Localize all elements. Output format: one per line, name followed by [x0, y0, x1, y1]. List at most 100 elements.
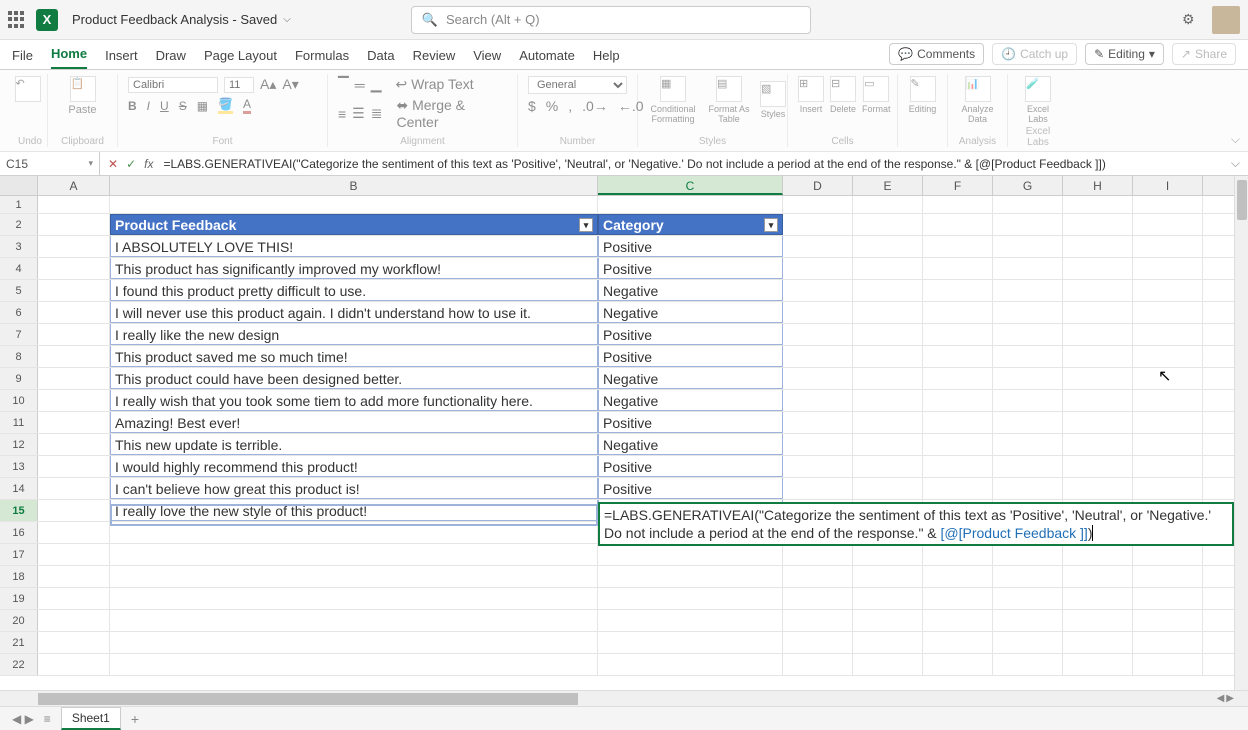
- cell[interactable]: [38, 610, 110, 631]
- filter-icon[interactable]: ▾: [579, 218, 593, 232]
- row-header[interactable]: 14: [0, 478, 38, 499]
- column-header-E[interactable]: E: [853, 176, 923, 195]
- cell[interactable]: [993, 566, 1063, 587]
- cell[interactable]: [1133, 610, 1203, 631]
- cell[interactable]: [783, 566, 853, 587]
- underline-button[interactable]: U: [160, 99, 169, 113]
- format-as-table-button[interactable]: ▤Format As Table: [704, 76, 754, 124]
- tab-formulas[interactable]: Formulas: [295, 48, 349, 69]
- cell[interactable]: [1063, 456, 1133, 477]
- font-color-button[interactable]: A: [243, 97, 251, 114]
- cell[interactable]: [110, 566, 598, 587]
- column-header-C[interactable]: C: [598, 176, 783, 195]
- cell[interactable]: [1063, 236, 1133, 257]
- cell[interactable]: [923, 236, 993, 257]
- cell[interactable]: [783, 478, 853, 499]
- sheet-tab[interactable]: Sheet1: [61, 707, 121, 730]
- row-header[interactable]: 20: [0, 610, 38, 631]
- cell[interactable]: [1133, 346, 1203, 367]
- cell[interactable]: [38, 544, 110, 565]
- cell[interactable]: [38, 566, 110, 587]
- cell[interactable]: [38, 236, 110, 257]
- decrease-font-icon[interactable]: A▾: [282, 76, 298, 93]
- cell[interactable]: [598, 196, 783, 213]
- row-header[interactable]: 22: [0, 654, 38, 675]
- cell[interactable]: [38, 654, 110, 675]
- cell[interactable]: [110, 522, 598, 543]
- cell[interactable]: [1063, 258, 1133, 279]
- cell[interactable]: Positive: [598, 258, 783, 279]
- cell[interactable]: [783, 544, 853, 565]
- avatar[interactable]: [1212, 6, 1240, 34]
- cell[interactable]: This new update is terrible.: [110, 434, 598, 455]
- cell[interactable]: [853, 214, 923, 235]
- cell[interactable]: [783, 302, 853, 323]
- cell[interactable]: [993, 214, 1063, 235]
- cell[interactable]: [853, 610, 923, 631]
- excel-labs-button[interactable]: 🧪Excel Labs: [1018, 76, 1058, 124]
- align-top-icon[interactable]: ▔: [338, 76, 349, 93]
- cell[interactable]: [1133, 196, 1203, 213]
- row-header[interactable]: 12: [0, 434, 38, 455]
- cell[interactable]: [783, 412, 853, 433]
- cell[interactable]: [853, 566, 923, 587]
- cell[interactable]: [783, 434, 853, 455]
- border-button[interactable]: ▦: [197, 99, 208, 113]
- cell[interactable]: [923, 324, 993, 345]
- cell[interactable]: I ABSOLUTELY LOVE THIS!: [110, 236, 598, 257]
- chevron-down-icon[interactable]: ⌵: [283, 14, 291, 25]
- tab-home[interactable]: Home: [51, 46, 87, 69]
- row-header[interactable]: 17: [0, 544, 38, 565]
- cell[interactable]: [923, 390, 993, 411]
- column-header-F[interactable]: F: [923, 176, 993, 195]
- cell[interactable]: [923, 214, 993, 235]
- cell[interactable]: [38, 390, 110, 411]
- cell[interactable]: [853, 324, 923, 345]
- conditional-formatting-button[interactable]: ▦Conditional Formatting: [648, 76, 698, 124]
- cell[interactable]: [993, 544, 1063, 565]
- cell[interactable]: [923, 566, 993, 587]
- comma-icon[interactable]: ,: [568, 98, 572, 114]
- cell[interactable]: [110, 544, 598, 565]
- cell[interactable]: [598, 566, 783, 587]
- cell[interactable]: [923, 544, 993, 565]
- cell[interactable]: [38, 258, 110, 279]
- percent-icon[interactable]: %: [546, 98, 558, 114]
- cell[interactable]: [923, 368, 993, 389]
- cell[interactable]: [1063, 478, 1133, 499]
- row-header[interactable]: 15: [0, 500, 38, 521]
- cell[interactable]: [38, 478, 110, 499]
- cell[interactable]: [1063, 390, 1133, 411]
- cell[interactable]: [923, 196, 993, 213]
- cell[interactable]: Positive: [598, 478, 783, 499]
- cell[interactable]: [783, 368, 853, 389]
- cell[interactable]: I can't believe how great this product i…: [110, 478, 598, 499]
- name-box[interactable]: C15▾: [0, 152, 100, 175]
- cell[interactable]: [923, 478, 993, 499]
- cell[interactable]: [1133, 302, 1203, 323]
- cell[interactable]: [1133, 324, 1203, 345]
- cell[interactable]: [38, 412, 110, 433]
- cell[interactable]: [1063, 434, 1133, 455]
- cell[interactable]: [993, 368, 1063, 389]
- cell[interactable]: [853, 434, 923, 455]
- cell[interactable]: [923, 588, 993, 609]
- cell[interactable]: [923, 258, 993, 279]
- cell[interactable]: Positive: [598, 456, 783, 477]
- cell[interactable]: [853, 478, 923, 499]
- cell[interactable]: [853, 346, 923, 367]
- cell[interactable]: [993, 478, 1063, 499]
- scroll-right-icon[interactable]: ▶: [1226, 693, 1234, 704]
- cell[interactable]: Category▾: [598, 214, 783, 235]
- enter-icon[interactable]: ✓: [126, 157, 136, 171]
- cell[interactable]: Negative: [598, 368, 783, 389]
- cell[interactable]: [110, 588, 598, 609]
- row-header[interactable]: 16: [0, 522, 38, 543]
- cell[interactable]: [993, 236, 1063, 257]
- cell[interactable]: [783, 258, 853, 279]
- cell[interactable]: [853, 390, 923, 411]
- editing-button[interactable]: ✎Editing: [908, 76, 937, 114]
- tab-page-layout[interactable]: Page Layout: [204, 48, 277, 69]
- wrap-text-button[interactable]: ↩ Wrap Text: [395, 76, 473, 93]
- row-header[interactable]: 5: [0, 280, 38, 301]
